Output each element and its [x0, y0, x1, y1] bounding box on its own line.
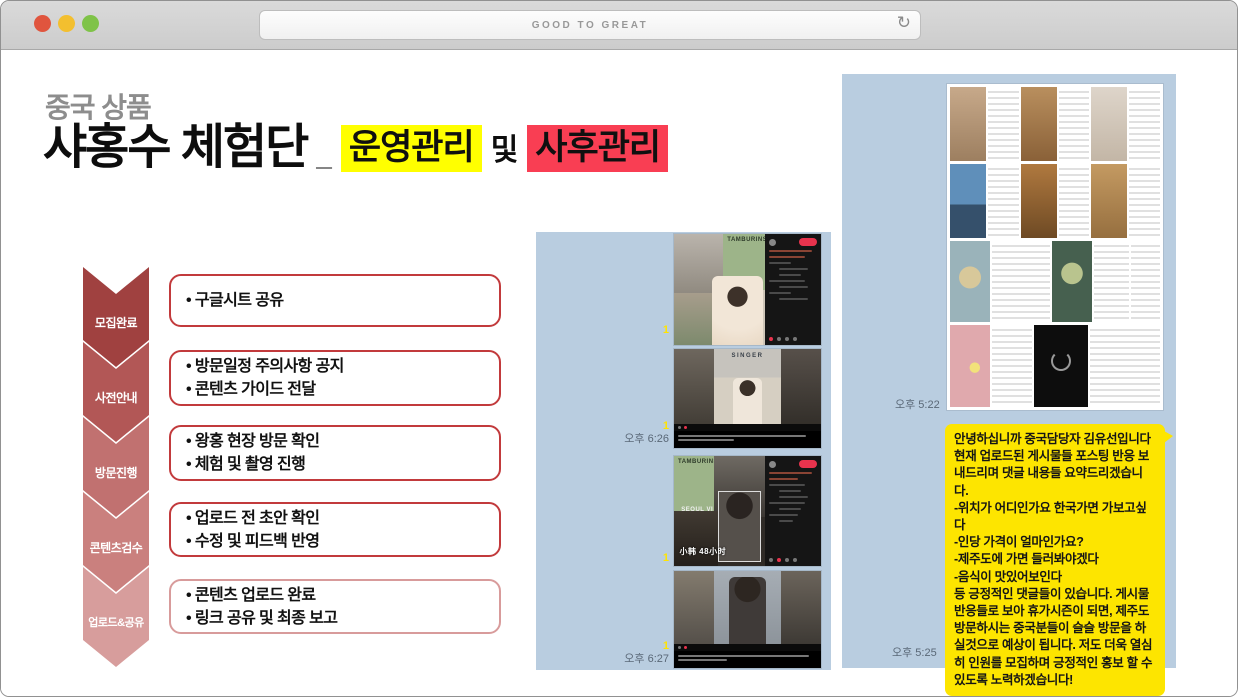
unread-count: 1: [663, 552, 669, 565]
title-main-text: 샤홍수 체험단: [43, 124, 307, 172]
step-item: • 체험 및 촬영 진행: [186, 453, 484, 476]
flow-step-box-5: • 콘텐츠 업로드 완료 • 링크 공유 및 최종 보고: [169, 579, 501, 634]
slide-eyebrow: 중국 상품: [45, 86, 151, 126]
step-item: • 콘텐츠 가이드 전달: [186, 378, 484, 401]
flow-step-label: 방문진행: [83, 464, 149, 481]
refresh-icon[interactable]: ↻: [897, 13, 911, 33]
tamburins-poster: TAMBURINS: [674, 456, 714, 513]
message-meta: 1: [663, 324, 669, 337]
unread-count: 1: [663, 324, 669, 337]
video-frame: [714, 571, 782, 644]
unread-count: 1: [624, 640, 669, 653]
browser-chrome: GOOD TO GREAT ↻: [1, 1, 1237, 50]
chat-bubble[interactable]: 안녕하십니까 중국담당자 김유선입니다 현재 업로드된 게시물들 포스팅 반응 …: [945, 424, 1165, 696]
minimize-window-button[interactable]: [58, 15, 75, 32]
message-time: 오후 6:27: [624, 653, 669, 666]
chat-screenshot-left: TAMBURINS 1: [536, 232, 831, 670]
seoul-vi-label: SEOUL VI: [681, 507, 713, 513]
photo-message[interactable]: [674, 571, 821, 668]
follow-button: [799, 238, 817, 246]
follow-button: [799, 460, 817, 468]
step-item: • 왕홍 현장 방문 확인: [186, 430, 484, 453]
step-item: • 구글시트 공유: [186, 289, 484, 312]
message-time: 오후 5:25: [892, 644, 937, 660]
post-photo-collage: TAMBURINS SEOUL VI 小韩 48小时: [674, 456, 765, 566]
video-frame: SINGER: [714, 349, 782, 424]
post-comment-panel: [765, 234, 821, 345]
post-photo-collage: TAMBURINS: [674, 234, 765, 345]
photo-message[interactable]: TAMBURINS: [674, 234, 821, 345]
flow-step-box-2: • 방문일정 주의사항 공지 • 콘텐츠 가이드 전달: [169, 350, 501, 406]
chat-bubble-tail: [1164, 431, 1173, 443]
flow-step-box-1: • 구글시트 공유: [169, 274, 501, 327]
step-item: • 업로드 전 초안 확인: [186, 507, 484, 530]
window-controls: [34, 15, 99, 32]
close-window-button[interactable]: [34, 15, 51, 32]
message-meta: 1: [663, 552, 669, 565]
slide-content: 중국 상품 샤홍수 체험단 _ 운영관리 및 사후관리 모집완료 사전안내 방문…: [1, 50, 1237, 697]
slide-title: 샤홍수 체험단 _ 운영관리 및 사후관리: [43, 124, 668, 172]
browser-window: GOOD TO GREAT ↻ 중국 상품 샤홍수 체험단 _ 운영관리 및 사…: [0, 0, 1238, 697]
flow-step-label: 사전안내: [83, 389, 149, 406]
flow-step-label: 업로드&공유: [83, 614, 149, 630]
title-highlight-red: 사후관리: [527, 125, 668, 172]
photo-message[interactable]: SINGER: [674, 349, 821, 448]
singer-sign: SINGER: [714, 353, 782, 359]
loading-spinner-icon: [1051, 351, 1071, 371]
flow-step-label: 콘텐츠검수: [83, 539, 149, 556]
unread-count: 1: [624, 420, 669, 433]
step-item: • 콘텐츠 업로드 완료: [186, 584, 484, 607]
post-comment-panel: [765, 456, 821, 566]
step-item: • 방문일정 주의사항 공지: [186, 355, 484, 378]
address-bar-text: GOOD TO GREAT: [532, 20, 649, 31]
title-separator: _: [316, 142, 332, 172]
title-highlight-yellow: 운영관리: [341, 125, 482, 172]
address-bar[interactable]: GOOD TO GREAT ↻: [259, 10, 921, 40]
message-meta: 1 오후 6:27: [624, 640, 669, 666]
video-thumbnail: [1034, 325, 1088, 407]
flow-step-box-3: • 왕홍 현장 방문 확인 • 체험 및 촬영 진행: [169, 425, 501, 481]
flow-step-label: 모집완료: [83, 314, 149, 331]
flow-step-box-4: • 업로드 전 초안 확인 • 수정 및 피드백 반영: [169, 502, 501, 557]
step-item: • 링크 공유 및 최종 보고: [186, 607, 484, 630]
step-item: • 수정 및 피드백 반영: [186, 530, 484, 553]
title-connector: 및: [491, 136, 519, 172]
message-meta: 1 오후 6:26: [624, 420, 669, 446]
caption-label: 小韩 48小时: [679, 546, 726, 557]
message-time: 오후 6:26: [624, 433, 669, 446]
message-time: 오후 5:22: [895, 396, 940, 412]
photo-message[interactable]: TAMBURINS SEOUL VI 小韩 48小时: [674, 456, 821, 566]
chat-screenshot-right: 오후 5:22 안녕하십니까 중국담당자 김유선입니다 현재 업로드된 게시물들…: [842, 74, 1176, 668]
zoom-window-button[interactable]: [82, 15, 99, 32]
posts-grid-image[interactable]: [947, 84, 1163, 410]
